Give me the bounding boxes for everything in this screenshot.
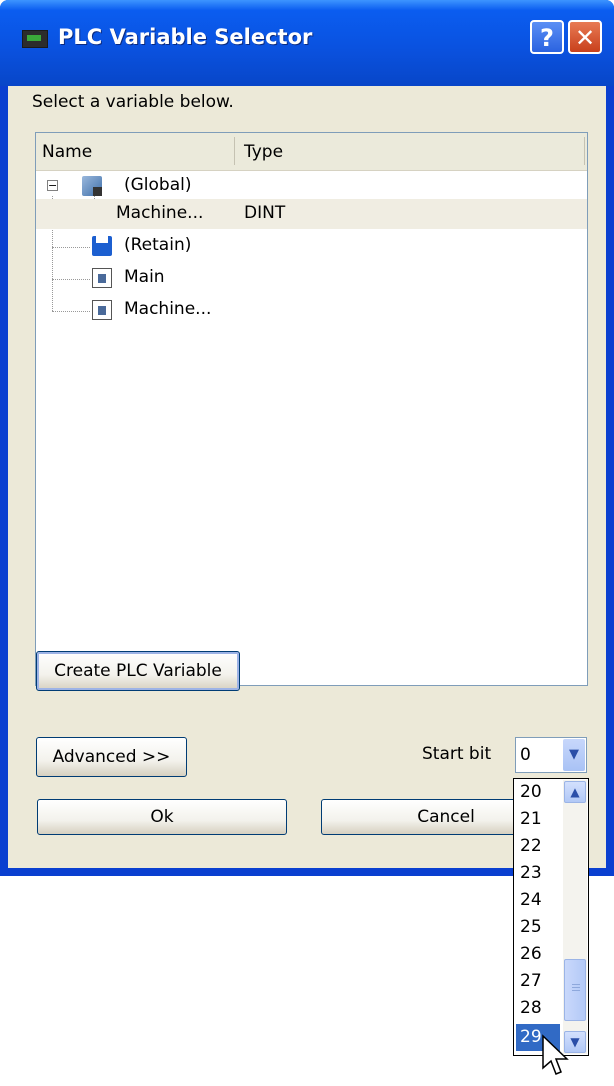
start-bit-dropdown-list[interactable]: 20 21 22 23 24 25 26 27 28 29 ▲ ▼ [513, 778, 589, 1056]
dialog-window: PLC Variable Selector ? ✕ Select a varia… [0, 0, 614, 876]
start-bit-combobox[interactable]: 0 ▼ [515, 737, 587, 773]
tree-row-retain[interactable]: (Retain) [36, 231, 587, 261]
instruction-text: Select a variable below. [32, 92, 234, 112]
list-item[interactable]: 26 [516, 941, 560, 968]
title-bar[interactable]: PLC Variable Selector ? ✕ [0, 0, 614, 86]
document-icon [92, 300, 112, 320]
collapse-toggle-icon[interactable]: − [47, 180, 58, 191]
tree-row-machine-variable[interactable]: Machine... DINT [36, 199, 587, 229]
list-item[interactable]: 24 [516, 887, 560, 914]
list-item[interactable]: 22 [516, 833, 560, 860]
floppy-icon [92, 236, 112, 256]
mouse-pointer-icon [542, 1034, 569, 1075]
tree-item-label: Machine... [124, 299, 212, 319]
dropdown-scrollbar[interactable]: ▲ ▼ [563, 780, 587, 1054]
column-divider-end [584, 137, 585, 165]
chevron-down-icon[interactable]: ▼ [563, 739, 585, 771]
start-bit-label: Start bit [422, 744, 492, 764]
list-item[interactable]: 25 [516, 914, 560, 941]
global-folder-icon [82, 176, 102, 196]
list-item[interactable]: 23 [516, 860, 560, 887]
column-divider[interactable] [234, 137, 235, 165]
tree-row-machine-program[interactable]: Machine... [36, 295, 587, 325]
help-button[interactable]: ? [530, 20, 564, 54]
column-header-name[interactable]: Name [42, 142, 92, 162]
column-header-type[interactable]: Type [244, 142, 283, 162]
tree-item-label: (Global) [124, 175, 192, 195]
tree-item-label: Machine... [116, 203, 204, 223]
list-item[interactable]: 21 [516, 806, 560, 833]
advanced-button[interactable]: Advanced >> [36, 737, 187, 777]
start-bit-value: 0 [520, 745, 531, 765]
document-icon [92, 268, 112, 288]
close-button[interactable]: ✕ [568, 20, 602, 54]
tree-item-type: DINT [244, 203, 286, 223]
tree-item-label: (Retain) [124, 235, 192, 255]
scroll-up-icon[interactable]: ▲ [564, 781, 586, 803]
scrollbar-thumb[interactable] [564, 959, 586, 1021]
tree-row-global[interactable]: − (Global) [36, 171, 587, 201]
list-item[interactable]: 27 [516, 968, 560, 995]
list-item[interactable]: 28 [516, 995, 560, 1022]
ok-button[interactable]: Ok [37, 799, 287, 835]
tree-header: Name Type [36, 133, 587, 171]
window-title: PLC Variable Selector [58, 25, 313, 49]
tree-item-label: Main [124, 267, 165, 287]
plc-app-icon [22, 30, 48, 48]
variable-tree[interactable]: Name Type − (Global) Machine... DINT (Re… [35, 132, 588, 686]
create-plc-variable-button[interactable]: Create PLC Variable [36, 651, 240, 691]
list-item[interactable]: 20 [516, 779, 560, 806]
tree-row-main[interactable]: Main [36, 263, 587, 293]
dialog-body: Select a variable below. Name Type − (Gl… [8, 86, 606, 868]
